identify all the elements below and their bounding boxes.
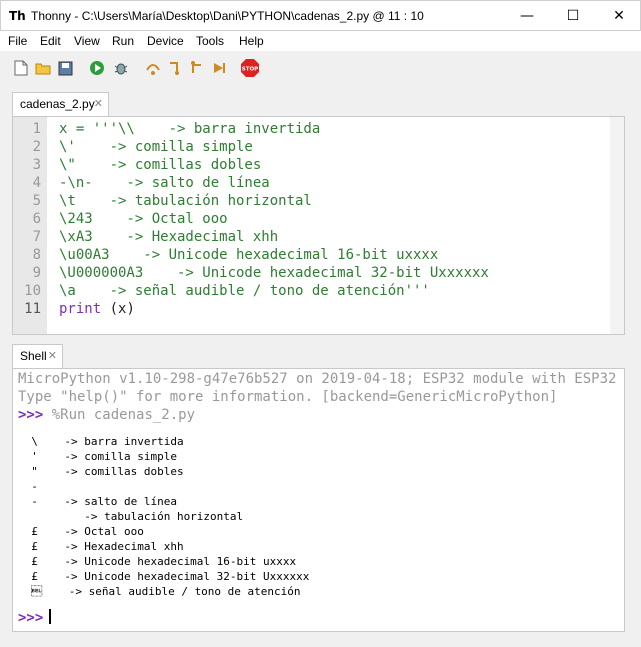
line-number: 2	[32, 139, 41, 155]
code-line: x = '''\\ -> barra invertida	[59, 121, 321, 137]
output-line: £ -> Hexadecimal xhh	[18, 540, 184, 553]
line-number-gutter: 1 2 3 4 5 6 7 8 9 10 11	[13, 117, 47, 334]
line-number: 8	[32, 247, 41, 263]
line-number: 5	[32, 193, 41, 209]
svg-text:STOP: STOP	[242, 67, 258, 73]
keyword-print: print	[59, 301, 102, 317]
line-number: 10	[24, 283, 41, 299]
output-line: -> tabulación horizontal	[18, 510, 244, 523]
code-line: \u00A3 -> Unicode hexadecimal 16-bit uxx…	[59, 247, 439, 263]
step-out-icon[interactable]	[189, 60, 205, 76]
new-file-icon[interactable]	[13, 60, 29, 76]
close-button[interactable]: ✕	[596, 1, 641, 31]
menu-edit[interactable]: Edit	[40, 34, 61, 48]
code-line: \' -> comilla simple	[59, 139, 253, 155]
output-line:  -> señal audible / tono de atención	[18, 585, 301, 598]
save-icon[interactable]	[57, 60, 73, 76]
maximize-button[interactable]: ☐	[550, 1, 596, 31]
stop-icon[interactable]: STOP	[240, 58, 260, 78]
menu-help[interactable]: Help	[239, 34, 264, 48]
line-number: 1	[32, 121, 41, 137]
line-number: 6	[32, 211, 41, 227]
code-line: \a -> señal audible / tono de atención''…	[59, 283, 430, 299]
line-number: 3	[32, 157, 41, 173]
run-command: %Run cadenas_2.py	[43, 407, 196, 423]
shell-input-line[interactable]: >>>	[18, 609, 52, 626]
title-bar: Th Thonny - C:\Users\María\Desktop\Dani\…	[0, 0, 641, 31]
menu-run[interactable]: Run	[112, 34, 134, 48]
text-cursor	[49, 609, 52, 624]
tab-label: Shell	[20, 349, 47, 363]
tab-cadenas-2-py[interactable]: cadenas_2.py ✕	[12, 92, 109, 116]
resume-icon[interactable]	[211, 60, 227, 76]
code-line: \" -> comillas dobles	[59, 157, 262, 173]
output-line: ' -> comilla simple	[18, 450, 177, 463]
output-line: £ -> Octal ooo	[18, 525, 144, 538]
step-over-icon[interactable]	[145, 60, 161, 76]
line-number: 11	[24, 301, 41, 317]
menu-device[interactable]: Device	[147, 34, 184, 48]
line-number: 9	[32, 265, 41, 281]
line-number: 7	[32, 229, 41, 245]
editor-scrollbar[interactable]	[610, 117, 624, 334]
shell-panel[interactable]: MicroPython v1.10-298-g47e76b527 on 2019…	[12, 368, 625, 632]
open-folder-icon[interactable]	[35, 60, 51, 76]
tab-label: cadenas_2.py	[20, 97, 95, 111]
line-number: 4	[32, 175, 41, 191]
menu-file[interactable]: File	[8, 34, 27, 48]
shell-header-line: Type "help()" for more information. [bac…	[18, 389, 558, 405]
thonny-logo-icon: Th	[9, 9, 26, 23]
run-icon[interactable]	[89, 60, 105, 76]
minimize-button[interactable]: —	[504, 1, 550, 31]
output-line: - -> salto de línea	[18, 495, 177, 508]
output-line: " -> comillas dobles	[18, 465, 184, 478]
toolbar: STOP	[0, 52, 641, 84]
tab-shell[interactable]: Shell ✕	[12, 344, 63, 368]
code-line: \xA3 -> Hexadecimal xhh	[59, 229, 279, 245]
code-line-print: print (x)	[59, 301, 135, 317]
output-line: £ -> Unicode hexadecimal 16-bit uxxxx	[18, 555, 297, 568]
output-line: -	[18, 480, 38, 493]
print-args: (x)	[101, 301, 135, 317]
close-tab-icon[interactable]: ✕	[48, 349, 57, 362]
code-line: \243 -> Octal ooo	[59, 211, 228, 227]
shell-run-line: >>> %Run cadenas_2.py	[18, 407, 195, 423]
shell-prompt: >>>	[18, 407, 44, 423]
shell-prompt: >>>	[18, 610, 44, 626]
step-into-icon[interactable]	[167, 60, 183, 76]
debug-icon[interactable]	[113, 60, 129, 76]
code-line: \t -> tabulación horizontal	[59, 193, 312, 209]
menu-view[interactable]: View	[74, 34, 100, 48]
menu-bar: File Edit View Run Device Tools Help	[0, 31, 641, 51]
menu-tools[interactable]: Tools	[196, 34, 224, 48]
code-line: -\n- -> salto de línea	[59, 175, 270, 191]
window-title: Thonny - C:\Users\María\Desktop\Dani\PYT…	[31, 9, 424, 23]
close-tab-icon[interactable]: ✕	[94, 97, 103, 110]
output-line: £ -> Unicode hexadecimal 32-bit Uxxxxxx	[18, 570, 310, 583]
output-line: \ -> barra invertida	[18, 435, 184, 448]
code-line: \U000000A3 -> Unicode hexadecimal 32-bit…	[59, 265, 489, 281]
shell-header-line: MicroPython v1.10-298-g47e76b527 on 2019…	[18, 371, 617, 387]
code-editor[interactable]: 1 2 3 4 5 6 7 8 9 10 11 x = '''\\ -> bar…	[12, 116, 625, 335]
